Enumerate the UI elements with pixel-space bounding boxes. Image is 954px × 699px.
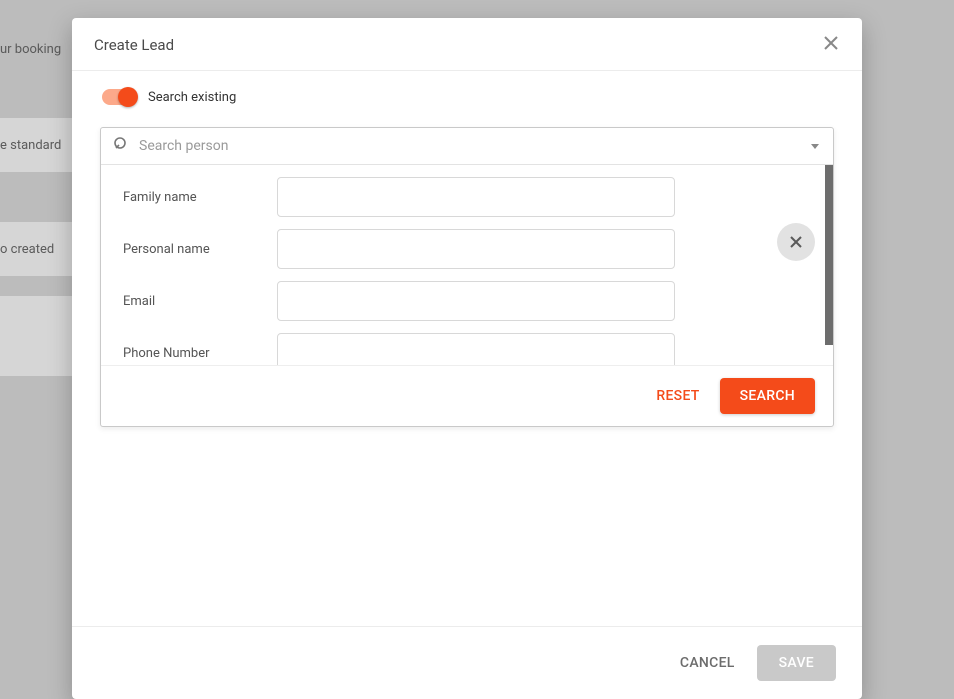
background-strip-1: e standard [0,118,72,172]
phone-row: Phone Number [123,333,811,365]
email-label: Email [123,294,253,309]
chevron-down-icon[interactable] [809,137,821,156]
family-name-input[interactable] [277,177,675,217]
modal-title: Create Lead [94,36,174,54]
background-strip-2: o created [0,222,72,276]
fields-scroll: Family name Personal name Email Phone Nu… [101,165,833,365]
phone-input[interactable] [277,333,675,365]
modal-footer: CANCEL SAVE [72,626,862,699]
reset-button[interactable]: RESET [656,388,699,404]
personal-name-input[interactable] [277,229,675,269]
email-row: Email [123,281,811,321]
personal-name-label: Personal name [123,242,253,257]
toggle-knob [118,87,138,107]
cancel-button[interactable]: CANCEL [680,655,735,671]
bg-strip-text-2: o created [0,242,54,257]
search-existing-toggle-row: Search existing [100,89,834,105]
save-button[interactable]: SAVE [757,645,836,681]
toggle-label: Search existing [148,90,236,105]
family-name-label: Family name [123,190,253,205]
close-icon[interactable] [822,34,840,56]
family-name-row: Family name [123,177,811,217]
search-button[interactable]: SEARCH [720,378,815,414]
modal-body: Search existing Family nam [72,71,862,626]
fields-wrap: Family name Personal name Email Phone Nu… [101,165,833,365]
email-input[interactable] [277,281,675,321]
phone-label: Phone Number [123,346,253,361]
bg-strip-text-1: e standard [0,138,61,153]
create-lead-modal: Create Lead Search existing [72,18,862,699]
personal-name-row: Personal name [123,229,811,269]
search-top-row [101,128,833,165]
clear-person-icon[interactable] [777,223,815,261]
search-icon [113,136,129,156]
background-strip-3 [0,296,72,376]
search-panel: Family name Personal name Email Phone Nu… [100,127,834,427]
modal-header: Create Lead [72,18,862,71]
search-actions: RESET SEARCH [101,365,833,426]
search-existing-toggle[interactable] [102,89,136,105]
search-person-input[interactable] [139,138,799,154]
background-text: ur booking [0,42,61,57]
